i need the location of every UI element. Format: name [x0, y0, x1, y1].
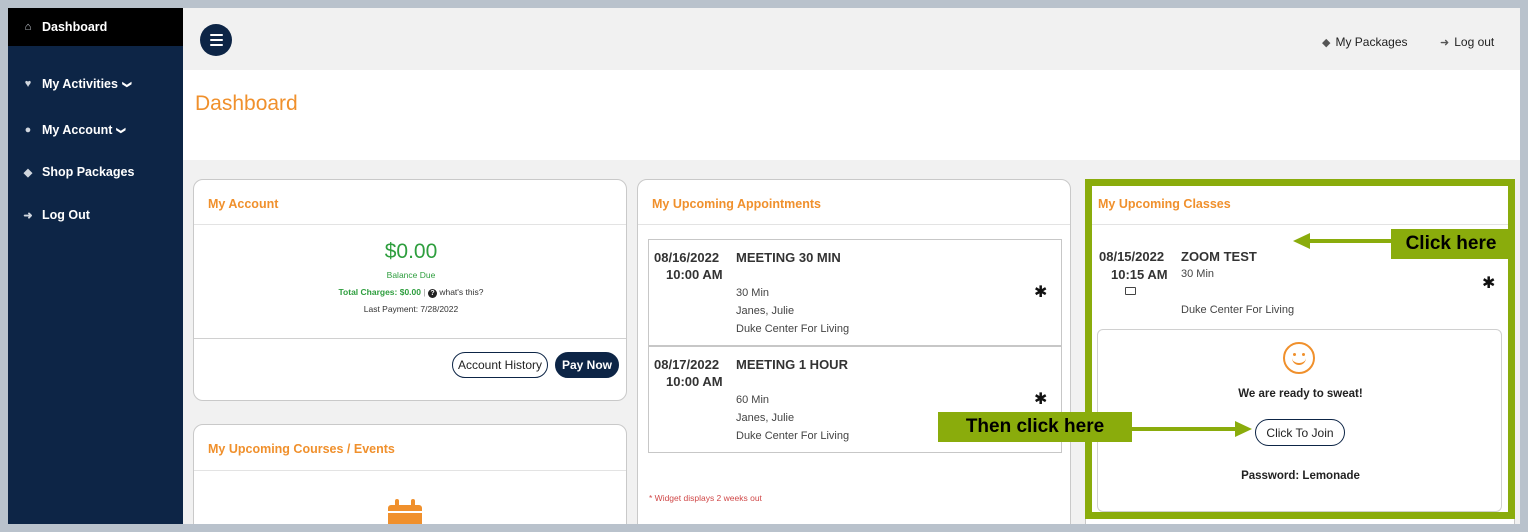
divider — [638, 224, 1070, 225]
appointment-duration: 30 Min — [736, 287, 770, 299]
divider — [194, 224, 626, 225]
my-packages-link[interactable]: ◆ My Packages — [1322, 35, 1408, 49]
sidebar-item-log-out[interactable]: ➜ Log Out — [8, 196, 183, 234]
sign-out-icon: ➜ — [23, 209, 33, 222]
sidebar-item-label: Dashboard — [42, 20, 108, 34]
log-out-link[interactable]: ➜ Log out — [1440, 35, 1494, 49]
divider — [194, 338, 626, 339]
arrow-line — [1132, 427, 1235, 431]
sign-out-icon: ➜ — [1440, 36, 1450, 49]
upcoming-appointments-card: My Upcoming Appointments 08/16/2022 10:0… — [637, 179, 1071, 524]
page-title: Dashboard — [195, 92, 298, 115]
chevron-down-icon: ❯ — [116, 126, 127, 134]
gear-icon[interactable]: ✱ — [1034, 282, 1047, 302]
gear-icon[interactable]: ✱ — [1034, 389, 1047, 409]
last-payment: Last Payment: 7/28/2022 — [363, 304, 459, 314]
total-charges: Total Charges: $0.00 — [338, 287, 421, 297]
user-gear-icon: ● — [24, 124, 32, 136]
my-packages-label: My Packages — [1335, 35, 1408, 49]
top-bar: ◆ My Packages ➜ Log out — [183, 8, 1520, 70]
then-click-here-label: Then click here — [938, 412, 1132, 442]
appointment-time: 10:00 AM — [666, 267, 723, 282]
appointment-location: Duke Center For Living — [736, 323, 850, 335]
arrow-line — [1310, 239, 1391, 243]
sidebar-item-label: Shop Packages — [42, 165, 135, 179]
divider — [194, 470, 626, 471]
appointment-name: MEETING 1 HOUR — [736, 357, 848, 372]
total-charges-row: Total Charges: $0.00 | ? what's this? — [338, 287, 484, 298]
calendar-icon — [388, 499, 422, 524]
arrow-left-icon — [1293, 233, 1310, 249]
widget-note: * Widget displays 2 weeks out — [649, 493, 762, 503]
card-title: My Account — [208, 197, 279, 211]
arrow-right-icon — [1235, 421, 1252, 437]
sidebar-item-my-account[interactable]: ● My Account ❯ — [8, 111, 183, 149]
card-title: My Upcoming Appointments — [652, 197, 821, 211]
whats-this-link[interactable]: what's this? — [439, 287, 483, 297]
appointment-instructor: Janes, Julie — [736, 305, 795, 317]
page-header: Dashboard — [183, 70, 1520, 160]
sidebar: ⌂ Dashboard ♥ My Activities ❯ ● My Accou… — [8, 8, 183, 524]
balance-amount: $0.00 — [384, 240, 438, 263]
appointment-item[interactable]: 08/16/2022 10:00 AM MEETING 30 MIN 30 Mi… — [648, 239, 1062, 346]
tags-icon: ◆ — [23, 166, 33, 179]
sidebar-item-label: My Activities — [42, 77, 118, 91]
home-icon: ⌂ — [24, 21, 32, 33]
appointment-duration: 60 Min — [736, 394, 770, 406]
appointment-date: 08/17/2022 — [654, 357, 720, 372]
app-window: ⌂ Dashboard ♥ My Activities ❯ ● My Accou… — [8, 8, 1520, 524]
sidebar-item-dashboard[interactable]: ⌂ Dashboard — [8, 8, 183, 46]
hamburger-menu-icon[interactable] — [200, 24, 232, 56]
upcoming-courses-card: My Upcoming Courses / Events — [193, 424, 627, 524]
sidebar-item-my-activities[interactable]: ♥ My Activities ❯ — [8, 65, 183, 103]
account-history-button[interactable]: Account History — [452, 352, 548, 378]
tags-icon: ◆ — [1322, 36, 1331, 49]
appointment-date: 08/16/2022 — [654, 250, 720, 265]
my-account-card: My Account $0.00 Balance Due Total Charg… — [193, 179, 627, 401]
balance-label: Balance Due — [386, 270, 436, 280]
sidebar-item-label: My Account — [42, 123, 113, 137]
sidebar-item-shop-packages[interactable]: ◆ Shop Packages — [8, 153, 183, 191]
appointment-time: 10:00 AM — [666, 374, 723, 389]
appointment-location: Duke Center For Living — [736, 430, 850, 442]
sidebar-item-label: Log Out — [42, 208, 90, 222]
appointment-instructor: Janes, Julie — [736, 412, 795, 424]
question-circle-icon: ? — [427, 289, 437, 298]
heartbeat-icon: ♥ — [24, 78, 32, 90]
appointment-name: MEETING 30 MIN — [736, 250, 841, 265]
chevron-down-icon: ❯ — [122, 80, 133, 88]
log-out-label: Log out — [1454, 35, 1495, 49]
card-title: My Upcoming Courses / Events — [208, 442, 395, 456]
click-here-label: Click here — [1391, 229, 1511, 259]
pay-now-button[interactable]: Pay Now — [555, 352, 619, 378]
